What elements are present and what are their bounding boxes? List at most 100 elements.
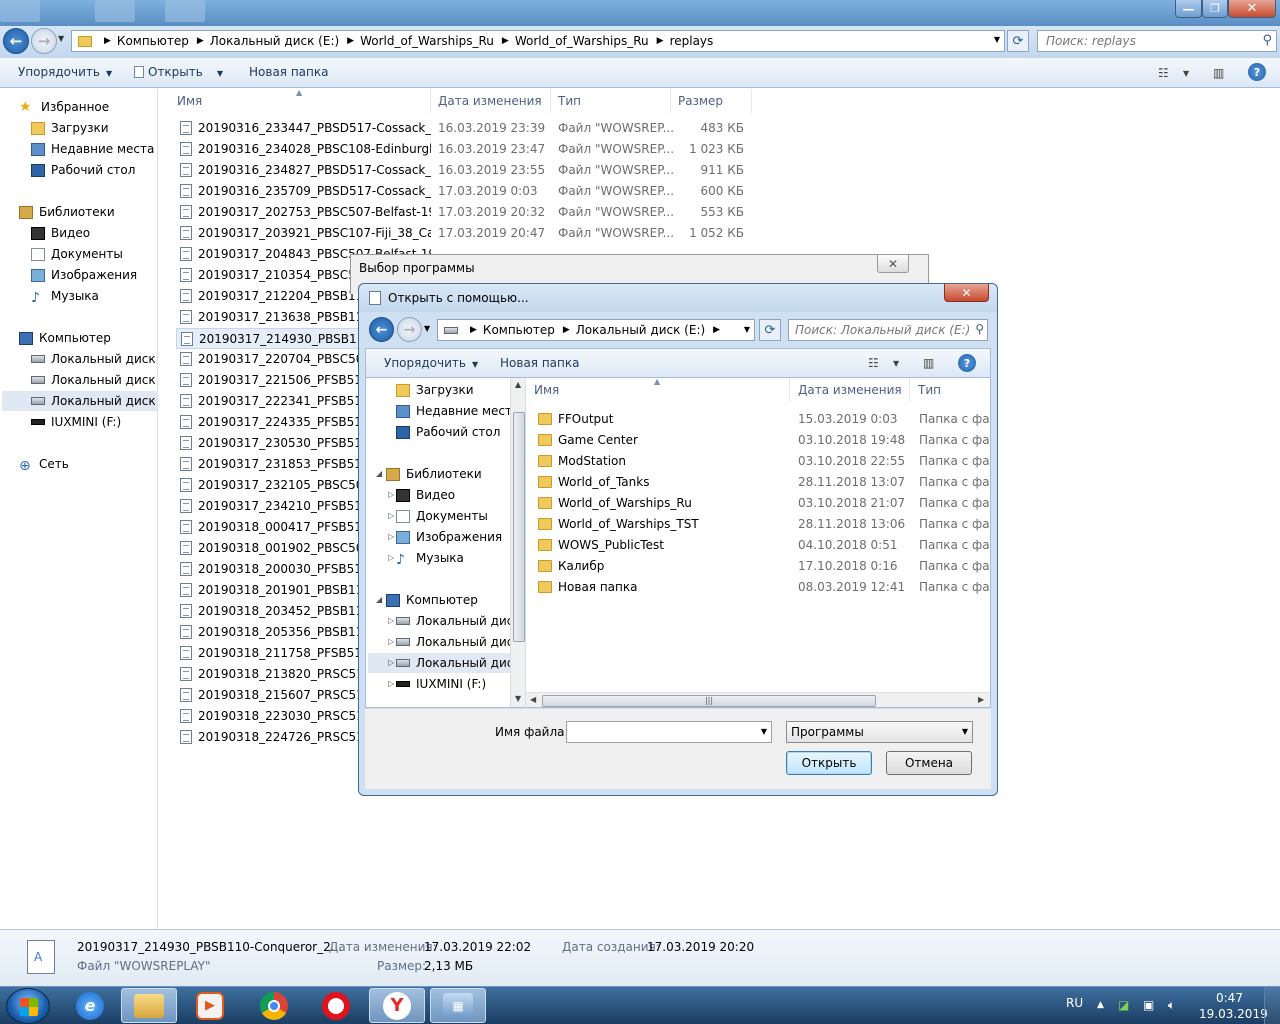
preview-pane-icon[interactable]: ▥ — [923, 356, 934, 370]
column-header-name[interactable]: Имя ▲ — [170, 88, 431, 113]
breadcrumb-wows-1[interactable]: World_of_Warships_Ru — [360, 34, 494, 48]
file-row[interactable]: 20190317_202753_PBSC507-Belfast-1959_...… — [176, 202, 752, 223]
breadcrumb-replays[interactable]: replays — [670, 34, 714, 48]
nav-music[interactable]: ♪ Музыка — [31, 286, 99, 306]
folder-row[interactable]: Калибр 17.10.2018 0:16 Папка с фай — [536, 556, 990, 577]
organize-button[interactable]: Упорядочить ▼ — [384, 356, 478, 370]
collapsed-icon[interactable]: ▷ — [388, 532, 394, 541]
dialog-search-input[interactable]: Поиск: Локальный диск (E:) ⚲ — [788, 319, 988, 341]
cancel-button[interactable]: Отмена — [886, 751, 972, 775]
nav-video[interactable]: Видео — [31, 223, 90, 243]
history-dropdown-icon[interactable]: ▼ — [58, 34, 64, 43]
folder-row[interactable]: WOWS_PublicTest 04.10.2018 0:51 Папка с фа… — [536, 535, 990, 556]
collapsed-icon[interactable]: ▷ — [388, 490, 394, 499]
network-status-icon[interactable]: ▣ — [1143, 998, 1154, 1012]
collapsed-icon[interactable]: ▷ — [388, 637, 394, 646]
file-row[interactable]: 20190317_203921_PBSC107-Fiji_38_Canada 17… — [176, 223, 752, 244]
scrollbar-thumb[interactable]: ||| — [542, 695, 876, 707]
file-row[interactable]: 20190316_235709_PBSD517-Cossack_44_P... 1… — [176, 181, 752, 202]
nav-images[interactable]: Изображения — [31, 265, 137, 285]
collapsed-icon[interactable]: ▷ — [388, 553, 394, 562]
new-folder-button[interactable]: Новая папка — [500, 356, 579, 370]
chevron-right-icon[interactable]: ▶ — [713, 325, 720, 335]
refresh-button[interactable]: ⟳ — [1007, 30, 1029, 52]
file-row[interactable]: 20190316_234028_PBSC108-Edinburgh_42... 1… — [176, 139, 752, 160]
nav-music[interactable]: ♪ Музыка — [396, 548, 464, 568]
nav-desktop[interactable]: Рабочий стол — [31, 160, 135, 180]
help-icon[interactable]: ? — [958, 354, 976, 372]
nav-computer[interactable]: Компьютер — [386, 590, 478, 610]
folder-row[interactable]: Новая папка 08.03.2019 12:41 Папка с фай — [536, 577, 990, 598]
folder-row[interactable]: World_of_Tanks 28.11.2018 13:07 Папка с фа… — [536, 472, 990, 493]
breadcrumb-computer[interactable]: Компьютер — [117, 34, 189, 48]
organize-button[interactable]: Упорядочить ▼ — [18, 65, 112, 79]
nav-computer[interactable]: Компьютер — [19, 328, 111, 348]
taskbar-explorer[interactable] — [121, 988, 177, 1023]
close-button[interactable]: ✕ — [1228, 0, 1276, 18]
search-icon[interactable]: ⚲ — [1262, 33, 1272, 48]
language-indicator[interactable]: RU — [1066, 996, 1083, 1010]
taskbar-chrome[interactable] — [246, 988, 302, 1023]
nav-disk-d[interactable]: Локальный диск — [396, 632, 510, 652]
chevron-down-icon[interactable]: ▼ — [893, 359, 899, 368]
folder-row[interactable]: ModStation 03.10.2018 22:55 Папка с фай — [536, 451, 990, 472]
scrollbar-thumb[interactable] — [513, 412, 525, 642]
nav-downloads[interactable]: Загрузки — [31, 118, 109, 138]
nav-iuxmini[interactable]: IUXMINI (F:) — [396, 674, 486, 694]
start-button[interactable] — [6, 988, 50, 1024]
scroll-up-icon[interactable]: ▲ — [515, 380, 521, 389]
chevron-right-icon[interactable]: ▶ — [563, 325, 570, 335]
breadcrumb-wows-2[interactable]: World_of_Warships_Ru — [515, 34, 649, 48]
clock-date[interactable]: 19.03.2019 — [1199, 1007, 1268, 1021]
chevron-down-icon[interactable]: ▼ — [761, 727, 767, 736]
collapsed-icon[interactable]: ▷ — [388, 616, 394, 625]
back-button[interactable]: ← — [3, 28, 29, 54]
file-row[interactable]: 20190316_233447_PBSD517-Cossack_15_... 16… — [176, 118, 752, 139]
nav-recent[interactable]: Недавние места — [396, 401, 510, 421]
column-header-name[interactable]: Имя ▲ — [526, 378, 790, 402]
nav-images[interactable]: Изображения — [396, 527, 502, 547]
search-icon[interactable]: ⚲ — [975, 322, 984, 336]
nav-libraries[interactable]: Библиотеки — [19, 202, 115, 222]
nav-libraries[interactable]: Библиотеки — [386, 464, 482, 484]
column-header-type[interactable]: Тип — [910, 378, 990, 402]
close-icon[interactable]: ✕ — [877, 255, 909, 273]
column-header-size[interactable]: Размер — [671, 89, 752, 113]
nav-scrollbar[interactable]: ▲ ▼ — [510, 378, 525, 707]
folder-row[interactable]: Game Center 03.10.2018 19:48 Папка с фай — [536, 430, 990, 451]
chevron-right-icon[interactable]: ▶ — [347, 36, 354, 46]
show-desktop-button[interactable] — [1264, 987, 1280, 1024]
open-button[interactable]: Открыть — [786, 751, 872, 775]
dialog-address-bar[interactable]: ▶ Компьютер ▶ Локальный диск (E:) ▶ ▼ — [437, 319, 755, 341]
volume-icon[interactable]: 🔈︎ — [1168, 998, 1175, 1013]
nav-iuxmini[interactable]: IUXMINI (F:) — [31, 412, 121, 432]
nvidia-icon[interactable]: ◪ — [1118, 998, 1129, 1012]
taskbar-media-player[interactable]: ▶ — [182, 988, 238, 1023]
chevron-right-icon[interactable]: ▶ — [502, 36, 509, 46]
history-dropdown-icon[interactable]: ▼ — [424, 324, 430, 333]
nav-documents[interactable]: Документы — [396, 506, 488, 526]
clock-time[interactable]: 0:47 — [1216, 991, 1243, 1005]
nav-downloads[interactable]: Загрузки — [396, 380, 474, 400]
breadcrumb-disk-e[interactable]: Локальный диск (E:) — [576, 323, 705, 337]
new-folder-button[interactable]: Новая папка — [249, 65, 328, 79]
forward-button[interactable]: → — [31, 28, 57, 54]
taskbar-control-panel[interactable]: ▦ — [430, 988, 486, 1023]
column-header-type[interactable]: Тип — [551, 89, 671, 113]
back-button[interactable]: ← — [369, 317, 394, 342]
view-options-icon[interactable]: ☷ — [868, 356, 879, 370]
folder-row[interactable]: World_of_Warships_TST 28.11.2018 13:06 Пап… — [536, 514, 990, 535]
chevron-down-icon[interactable]: ▼ — [1183, 69, 1189, 78]
column-header-date[interactable]: Дата изменения — [790, 378, 910, 402]
nav-disk-e[interactable]: Локальный диск (E: — [2, 391, 158, 411]
address-dropdown-icon[interactable]: ▼ — [994, 35, 1000, 44]
help-icon[interactable]: ? — [1248, 63, 1266, 81]
taskbar-opera[interactable] — [308, 988, 364, 1023]
expanded-icon[interactable]: ◢ — [376, 469, 382, 478]
folder-row[interactable]: World_of_Warships_Ru 03.10.2018 21:07 Папк… — [536, 493, 990, 514]
folder-row[interactable]: FFOutput 15.03.2019 0:03 Папка с фай — [536, 409, 990, 430]
column-header-date[interactable]: Дата изменения — [431, 89, 551, 113]
scroll-left-icon[interactable]: ◀ — [530, 695, 536, 704]
refresh-button[interactable]: ⟳ — [759, 319, 781, 341]
file-row[interactable]: 20190316_234827_PBSD517-Cossack_22_ti...… — [176, 160, 752, 181]
